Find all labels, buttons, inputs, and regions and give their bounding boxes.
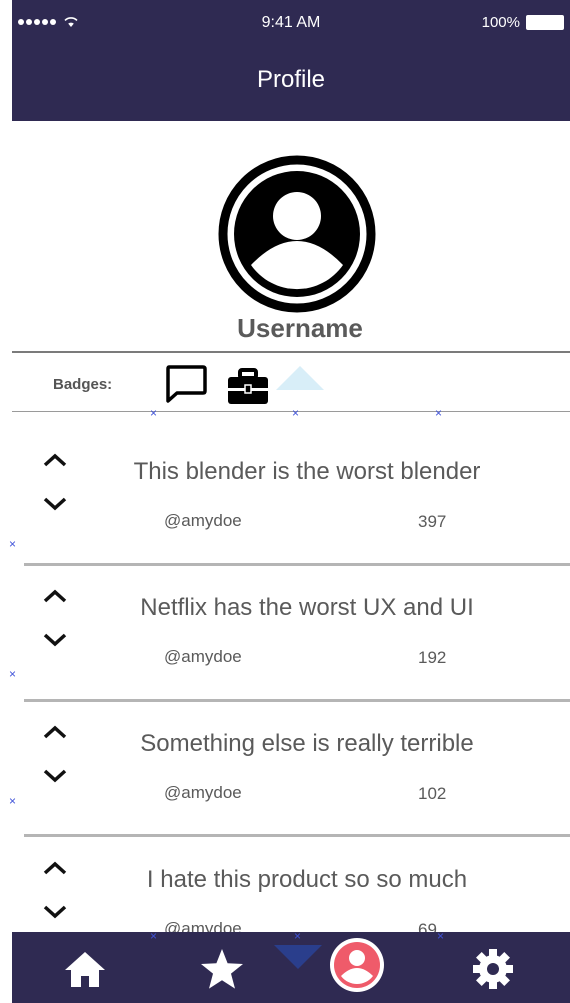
downvote-chevron-icon[interactable]: [42, 768, 68, 784]
star-icon: [201, 949, 243, 989]
post-author[interactable]: @amydoe: [164, 783, 242, 803]
battery-percent: 100%: [481, 14, 520, 31]
wireframe-marker: ×: [9, 537, 17, 551]
post-item[interactable]: This blender is the worst blender @amydo…: [24, 428, 570, 564]
status-bar: 9:41 AM 100%: [12, 0, 570, 44]
post-score: 397: [418, 512, 447, 531]
wireframe-marker: ×: [435, 406, 443, 420]
username: Username: [237, 313, 363, 343]
tab-home[interactable]: [60, 944, 110, 994]
tab-settings[interactable]: [468, 944, 518, 994]
wireframe-marker: ×: [292, 406, 300, 420]
top-bar: 9:41 AM 100% Profile: [12, 0, 570, 121]
battery-indicator: 100%: [482, 14, 564, 31]
post-author[interactable]: @amydoe: [164, 511, 242, 531]
post-text: This blender is the worst blender: [133, 458, 481, 485]
wireframe-marker: ×: [9, 794, 17, 808]
post-text: Something else is really terrible: [140, 730, 474, 757]
post-text: Netflix has the worst UX and UI: [140, 594, 474, 621]
collapse-caret-icon[interactable]: [276, 366, 324, 390]
post-score: 102: [418, 784, 447, 803]
chat-bubble-icon[interactable]: [163, 363, 209, 405]
briefcase-icon[interactable]: [227, 368, 269, 406]
wireframe-marker: ×: [150, 406, 158, 420]
battery-icon: [526, 15, 564, 30]
downvote-chevron-icon[interactable]: [42, 496, 68, 512]
home-icon: [65, 952, 105, 987]
tab-favorites[interactable]: [197, 944, 247, 994]
badges-label: Badges:: [53, 376, 113, 393]
wireframe-marker: ×: [150, 929, 158, 943]
downvote-chevron-icon[interactable]: [42, 904, 68, 920]
post-item[interactable]: Something else is really terrible @amydo…: [24, 700, 570, 836]
wireframe-marker: ×: [9, 667, 17, 681]
post-score: 192: [418, 648, 447, 667]
profile-avatar-icon[interactable]: [218, 155, 376, 313]
downvote-chevron-icon[interactable]: [42, 632, 68, 648]
expand-caret-icon[interactable]: [274, 945, 322, 969]
divider: [12, 351, 570, 353]
profile-icon: [330, 938, 384, 992]
page-title: Profile: [256, 66, 326, 93]
wireframe-marker: ×: [437, 929, 445, 943]
badges-divider: [12, 411, 570, 412]
wireframe-marker: ×: [294, 929, 302, 943]
post-author[interactable]: @amydoe: [164, 647, 242, 667]
tab-profile[interactable]: [328, 936, 386, 994]
post-item[interactable]: Netflix has the worst UX and UI @amydoe …: [24, 564, 570, 700]
post-text: I hate this product so so much: [146, 866, 468, 893]
tab-bar: [12, 932, 570, 1003]
settings-icon: [473, 949, 513, 989]
